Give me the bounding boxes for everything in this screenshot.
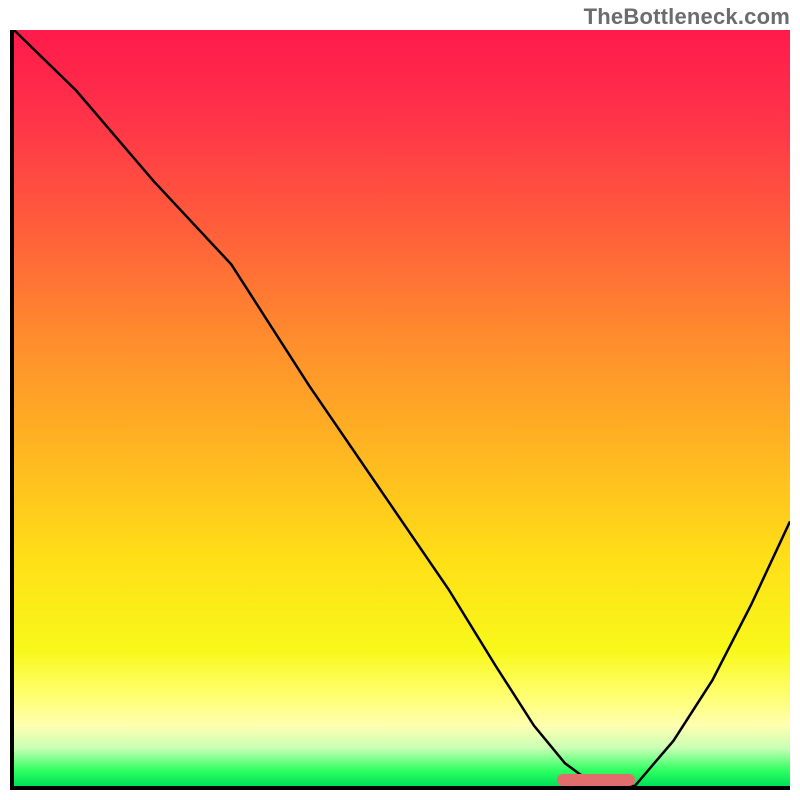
watermark-text: TheBottleneck.com — [584, 4, 790, 30]
chart-frame: TheBottleneck.com — [0, 0, 800, 800]
bottleneck-curve — [14, 30, 790, 786]
plot-area — [14, 30, 790, 786]
plot-axes — [10, 30, 790, 790]
optimal-range-marker — [557, 774, 635, 786]
